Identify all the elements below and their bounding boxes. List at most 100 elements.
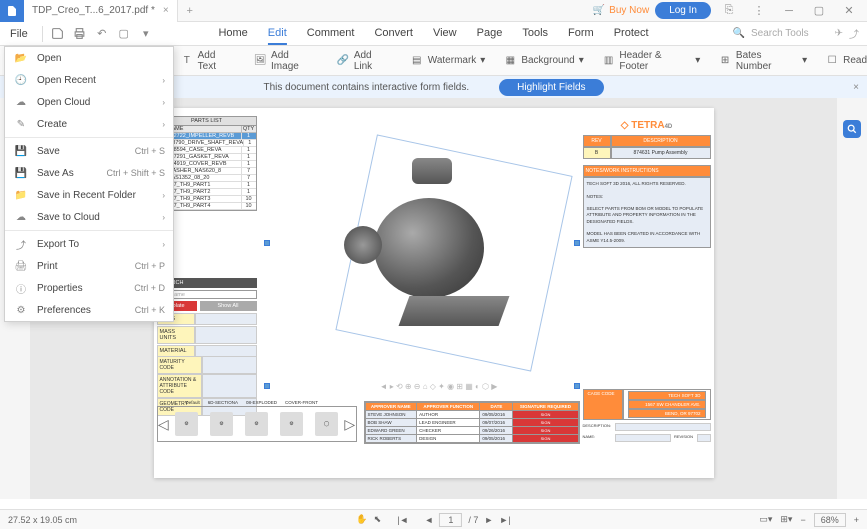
tab-view[interactable]: View (433, 23, 457, 45)
buy-now-link[interactable]: 🛒 Buy Now (593, 5, 649, 16)
zoom-out-icon[interactable]: − (800, 515, 805, 525)
approval-row: STEVE JOHNSONAUTHOR09/05/2016SIGN (365, 411, 578, 419)
select-tool-icon[interactable]: ⬉ (374, 514, 382, 525)
add-image-button[interactable]: 🖼Add Image (253, 50, 318, 72)
view-thumb[interactable]: ⚙ (210, 412, 233, 436)
tab-edit[interactable]: Edit (268, 23, 287, 45)
page-input[interactable]: 1 (439, 513, 462, 527)
header-footer-button[interactable]: ▥Header & Footer▾ (602, 50, 701, 72)
search-badge[interactable] (843, 120, 861, 138)
menu-properties[interactable]: ⓘPropertiesCtrl + D (5, 277, 173, 299)
last-page-icon[interactable]: ►| (499, 515, 510, 525)
file-menu-button[interactable]: File (0, 22, 38, 46)
more-icon[interactable]: ▾ (135, 23, 157, 45)
print-icon[interactable] (69, 23, 91, 45)
minimize-icon[interactable]: ─ (777, 5, 801, 17)
add-link-button[interactable]: 🔗Add Link (336, 50, 392, 72)
3d-toolbar[interactable]: ◄ ▸ ⟲ ⊕ ⊖ ⌂ ◇ ✦ ◉ ⊞ ▦ ◐ ⬡ ▶ (304, 380, 574, 392)
statusbar: 27.52 x 19.05 cm ✋ ⬉ |◄ ◄ 1 / 7 ► ►| ▭▾ … (0, 509, 867, 529)
background-button[interactable]: ▦Background▾ (503, 54, 583, 68)
kebab-icon[interactable]: ⋮ (747, 4, 771, 17)
menu-open-cloud[interactable]: ☁Open Cloud› (5, 91, 173, 113)
cloud-icon: ☁ (13, 212, 29, 223)
chevron-right-icon: › (162, 213, 165, 222)
tab-page[interactable]: Page (477, 23, 503, 45)
prev-view-button[interactable]: ◁ (158, 416, 170, 433)
watermark-button[interactable]: ▤Watermark▾ (410, 54, 486, 68)
create-icon: ✎ (13, 119, 29, 130)
tab-title: TDP_Creo_T...6_2017.pdf * (32, 5, 155, 16)
chevron-right-icon: › (162, 98, 165, 107)
highlight-fields-button[interactable]: Highlight Fields (499, 79, 603, 96)
show-all-button[interactable]: Show All (200, 301, 257, 311)
view-thumb[interactable]: ⚙ (245, 412, 268, 436)
save-icon[interactable] (47, 23, 69, 45)
text-icon: T (180, 54, 194, 68)
menu-save-recent-folder[interactable]: 📁Save in Recent Folder› (5, 184, 173, 206)
view-thumb[interactable]: ⚙ (280, 412, 303, 436)
chevron-right-icon: › (162, 76, 165, 85)
header-icon: ▥ (602, 54, 616, 68)
menu-print[interactable]: 🖨PrintCtrl + P (5, 255, 173, 277)
print-icon: 🖨 (13, 261, 29, 272)
redo-icon[interactable]: ▢ (113, 23, 135, 45)
next-view-button[interactable]: ▷ (344, 416, 356, 433)
banner-close-icon[interactable]: × (853, 82, 859, 93)
close-window-icon[interactable]: ✕ (837, 4, 861, 17)
tab-tools[interactable]: Tools (522, 23, 548, 45)
tab-comment[interactable]: Comment (307, 23, 355, 45)
close-icon[interactable]: × (163, 5, 169, 16)
first-page-icon[interactable]: |◄ (397, 515, 408, 525)
tab-convert[interactable]: Convert (374, 23, 413, 45)
read-checkbox[interactable]: ☐Read (825, 54, 867, 68)
login-button[interactable]: Log In (655, 2, 711, 19)
zoom-in-icon[interactable]: + (854, 515, 859, 525)
approval-row: BOB SHAWLEAD ENGINEER09/07/2016SIGN (365, 419, 578, 427)
checkbox-icon: ☐ (825, 54, 839, 68)
open-icon: 📂 (13, 53, 29, 64)
fit-page-icon[interactable]: ⊞▾ (780, 514, 792, 525)
chevron-right-icon: › (162, 240, 165, 249)
menu-save-as[interactable]: 💾Save AsCtrl + Shift + S (5, 162, 173, 184)
tab-protect[interactable]: Protect (614, 23, 649, 45)
document-tab[interactable]: TDP_Creo_T...6_2017.pdf * × (24, 0, 178, 22)
tab-home[interactable]: Home (218, 23, 247, 45)
maximize-icon[interactable]: ▢ (807, 4, 831, 17)
search-tools[interactable]: 🔍 Search Tools ✈ ⤴ (733, 26, 867, 41)
menu-open[interactable]: 📂Open (5, 47, 173, 69)
add-text-button[interactable]: TAdd Text (180, 50, 235, 72)
prev-page-icon[interactable]: ◄ (424, 515, 433, 525)
rev-field[interactable]: B (583, 147, 611, 159)
mass-units-field[interactable] (195, 326, 257, 344)
view-thumb[interactable]: ◯ (315, 412, 338, 436)
share-icon[interactable]: ⤴ (849, 26, 859, 41)
desc-field[interactable]: 874631 Pump Assembly (611, 147, 711, 159)
zoom-input[interactable]: 68% (814, 513, 846, 527)
menu-save-cloud[interactable]: ☁Save to Cloud› (5, 206, 173, 228)
next-page-icon[interactable]: ► (484, 515, 493, 525)
undo-icon[interactable]: ↶ (91, 23, 113, 45)
new-tab-button[interactable]: + (178, 5, 202, 17)
tab-form[interactable]: Form (568, 23, 594, 45)
gear-icon: ⚙ (13, 305, 29, 316)
send-icon[interactable]: ✈ (835, 28, 843, 39)
titlebar: TDP_Creo_T...6_2017.pdf * × + 🛒 Buy Now … (0, 0, 867, 22)
menu-open-recent[interactable]: 🕘Open Recent› (5, 69, 173, 91)
mass-field[interactable] (195, 313, 257, 325)
notify-icon[interactable]: ⎘ (717, 4, 741, 17)
tetra-panel: ◇ TETRA4D REV DESCRIPTION B 874631 Pump … (583, 116, 711, 248)
folder-icon: 📁 (13, 190, 29, 201)
page-dimensions: 27.52 x 19.05 cm (8, 515, 77, 525)
pump-3d-view[interactable] (314, 138, 554, 358)
menu-create[interactable]: ✎Create› (5, 113, 173, 135)
bates-number-button[interactable]: ⊞Bates Number▾ (718, 50, 807, 72)
menu-save[interactable]: 💾SaveCtrl + S (5, 140, 173, 162)
chevron-down-icon: ▾ (579, 55, 584, 66)
menu-export[interactable]: ⤴Export To› (5, 233, 173, 255)
hand-tool-icon[interactable]: ✋ (356, 514, 367, 525)
fit-width-icon[interactable]: ▭▾ (759, 514, 772, 525)
saveas-icon: 💾 (13, 168, 29, 179)
view-thumb[interactable]: ⚙ (175, 412, 198, 436)
approval-row: RICK ROBERTSDESIGN09/05/2016SIGN (365, 435, 578, 443)
menu-preferences[interactable]: ⚙PreferencesCtrl + K (5, 299, 173, 321)
